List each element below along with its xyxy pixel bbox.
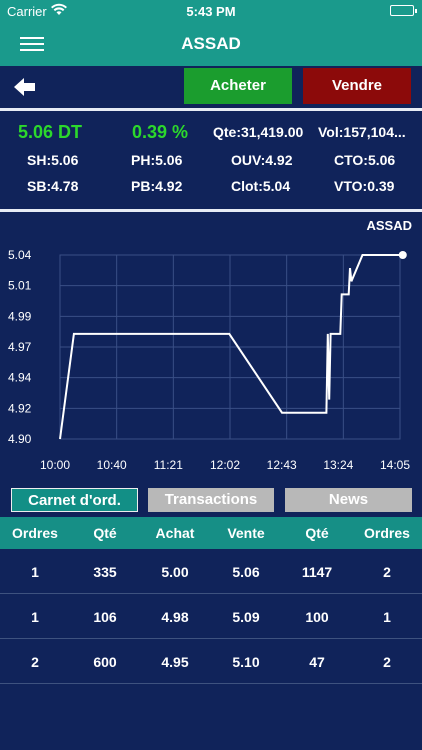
x-tick-label: 13:24 [323, 458, 353, 472]
tab-news[interactable]: News [285, 488, 412, 512]
column-header: Qté [305, 525, 329, 541]
ph-value: PH:5.06 [131, 152, 183, 168]
y-tick-label: 4.99 [8, 309, 32, 323]
table-cell: 1147 [301, 564, 333, 580]
x-tick-label: 11:21 [154, 458, 183, 472]
table-cell: 5.09 [232, 609, 260, 625]
pb-value: PB:4.92 [131, 178, 183, 194]
y-tick-label: 4.97 [8, 340, 32, 354]
table-cell: 47 [309, 654, 325, 670]
table-cell: 5.10 [232, 654, 260, 670]
x-tick-label: 12:43 [267, 458, 297, 472]
divider [0, 209, 422, 212]
x-tick-label: 14:05 [380, 458, 410, 472]
y-tick-label: 4.90 [8, 432, 32, 446]
back-arrow-icon[interactable] [14, 77, 38, 97]
table-cell: 4.98 [161, 609, 189, 625]
table-cell: 2 [383, 654, 391, 670]
last-point-marker [398, 251, 407, 259]
table-cell: 1 [31, 564, 39, 580]
table-cell: 1 [383, 609, 391, 625]
page-title: ASSAD [181, 34, 241, 53]
table-cell: 335 [93, 564, 117, 580]
sb-value: SB:4.78 [27, 178, 79, 194]
column-header: Ordres [12, 525, 58, 541]
sh-value: SH:5.06 [27, 152, 79, 168]
table-row: 2 600 4.95 5.10 47 2 [0, 639, 422, 684]
divider [0, 108, 422, 111]
battery-icon [390, 5, 417, 16]
change-percent: 0.39 % [132, 122, 189, 142]
table-cell: 2 [31, 654, 39, 670]
vto-value: VTO:0.39 [334, 178, 395, 194]
y-tick-label: 4.92 [8, 401, 32, 415]
tab-order-book[interactable]: Carnet d'ord. [11, 488, 138, 512]
column-header: Qté [93, 525, 117, 541]
ouv-value: OUV:4.92 [231, 152, 293, 168]
buy-button[interactable]: Acheter [184, 68, 292, 104]
tab-transactions[interactable]: Transactions [148, 488, 274, 512]
table-cell: 5.00 [161, 564, 189, 580]
table-cell: 4.95 [161, 654, 189, 670]
table-cell: 100 [305, 609, 329, 625]
column-header: Ordres [364, 525, 410, 541]
table-cell: 5.06 [232, 564, 260, 580]
quote-panel: 5.06 DT 0.39 % Qte:31,419.00 Vol:157,104… [0, 112, 422, 208]
chart-svg: ASSAD 10:00 10:40 11:21 12:02 12:43 13:24 14:0… [8, 218, 412, 472]
table-cell: 600 [93, 654, 117, 670]
order-book-header: Ordres Qté Achat Vente Qté Ordres [0, 517, 422, 549]
table-row: 1 106 4.98 5.09 100 1 [0, 594, 422, 639]
x-tick-label: 10:00 [40, 458, 70, 472]
y-tick-label: 4.94 [8, 371, 32, 385]
x-tick-label: 10:40 [97, 458, 127, 472]
chart-title: ASSAD [366, 218, 412, 233]
sell-button[interactable]: Vendre [303, 68, 411, 104]
price-chart: ASSAD 10:00 10:40 11:21 12:02 12:43 13:24 14:0… [0, 213, 422, 478]
table-cell: 2 [383, 564, 391, 580]
clock-time: 5:43 PM [186, 4, 236, 19]
table-cell: 1 [31, 609, 39, 625]
y-tick-label: 5.04 [8, 248, 32, 262]
table-row: 1 335 5.00 5.06 1147 2 [0, 549, 422, 594]
y-tick-label: 5.01 [8, 279, 32, 293]
clot-value: Clot:5.04 [231, 178, 291, 194]
tab-bar: Carnet d'ord. Transactions News [0, 486, 422, 514]
last-price: 5.06 DT [18, 122, 83, 142]
column-header: Achat [155, 525, 195, 541]
column-header: Vente [227, 525, 265, 541]
status-bar: Carrier 5:43 PM [0, 0, 422, 22]
nav-bar: ASSAD [0, 22, 422, 66]
quantity-value: Qte:31,419.00 [213, 124, 304, 140]
cto-value: CTO:5.06 [334, 152, 396, 168]
table-cell: 106 [93, 609, 117, 625]
volume-value: Vol:157,104... [318, 124, 406, 140]
x-tick-label: 12:02 [210, 458, 240, 472]
